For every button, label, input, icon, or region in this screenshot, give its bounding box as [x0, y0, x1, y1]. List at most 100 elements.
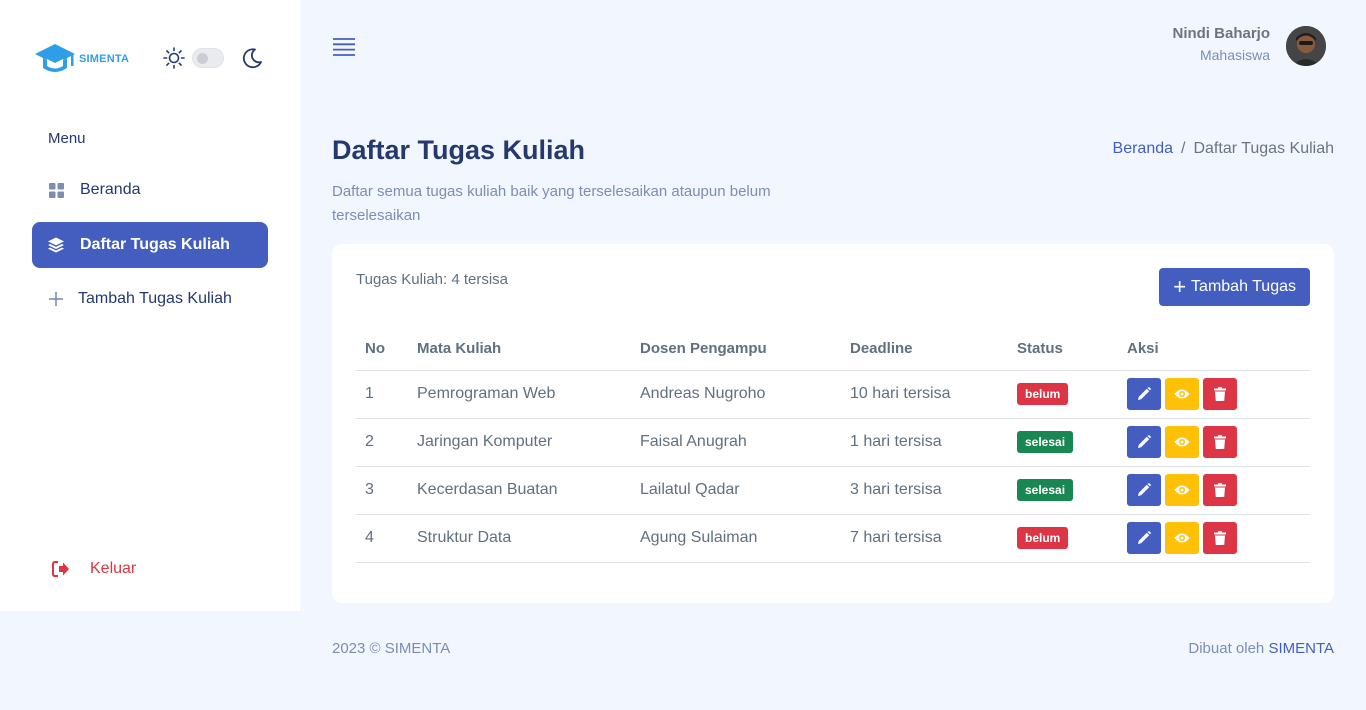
- delete-button[interactable]: [1203, 474, 1237, 506]
- task-table: No Mata Kuliah Dosen Pengampu Deadline S…: [356, 328, 1310, 563]
- cell-lecturer: Agung Sulaiman: [631, 514, 841, 563]
- cell-no: 1: [356, 370, 408, 419]
- pencil-icon: [1137, 531, 1151, 545]
- view-button[interactable]: [1165, 378, 1199, 410]
- user-info: Nindi Baharjo Mahasiswa: [1172, 25, 1270, 67]
- avatar-image: [1286, 26, 1326, 66]
- pencil-icon: [1137, 387, 1151, 401]
- status-badge: belum: [1017, 527, 1069, 549]
- view-button[interactable]: [1165, 426, 1199, 458]
- cell-deadline: 1 hari tersisa: [841, 418, 1008, 467]
- stack-icon: [48, 237, 64, 253]
- cell-no: 2: [356, 418, 408, 467]
- sidebar: SIMENTA Menu Beranda Daftar Tugas Kuliah…: [0, 0, 300, 611]
- breadcrumb-separator: /: [1181, 140, 1186, 157]
- cell-actions: [1118, 514, 1310, 563]
- sidebar-item-tambah-tugas[interactable]: Tambah Tugas Kuliah: [32, 276, 268, 322]
- add-task-button-label: Tambah Tugas: [1191, 278, 1296, 295]
- grid-icon: [48, 182, 64, 198]
- hamburger-menu-button[interactable]: [333, 37, 355, 57]
- trash-icon: [1214, 435, 1226, 449]
- add-task-button[interactable]: + Tambah Tugas: [1159, 268, 1310, 306]
- eye-icon: [1174, 532, 1190, 544]
- cell-actions: [1118, 418, 1310, 467]
- delete-button[interactable]: [1203, 426, 1237, 458]
- status-badge: selesai: [1017, 431, 1074, 453]
- pencil-icon: [1137, 435, 1151, 449]
- logout-link[interactable]: Keluar: [52, 560, 136, 578]
- cell-status: selesai: [1008, 418, 1118, 467]
- cell-course: Pemrograman Web: [408, 370, 631, 419]
- table-row: 3 Kecerdasan Buatan Lailatul Qadar 3 hari t…: [356, 466, 1310, 515]
- view-button[interactable]: [1165, 522, 1199, 554]
- cell-no: 3: [356, 466, 408, 515]
- plus-icon: +: [1173, 274, 1187, 299]
- eye-icon: [1174, 388, 1190, 400]
- theme-toggle: [163, 47, 263, 69]
- avatar[interactable]: [1286, 26, 1326, 66]
- edit-button[interactable]: [1127, 378, 1161, 410]
- pencil-icon: [1137, 483, 1151, 497]
- cell-lecturer: Andreas Nugroho: [631, 370, 841, 419]
- table-row: 1 Pemrograman Web Andreas Nugroho 10 hari t…: [356, 370, 1310, 419]
- graduation-cap-icon: [35, 44, 75, 72]
- trash-icon: [1214, 531, 1226, 545]
- cell-deadline: 10 hari tersisa: [841, 370, 1008, 419]
- cell-actions: [1118, 370, 1310, 419]
- table-row: 2 Jaringan Komputer Faisal Anugrah 1 hari t…: [356, 418, 1310, 467]
- switch-knob: [197, 52, 208, 64]
- breadcrumb: Beranda / Daftar Tugas Kuliah: [1113, 140, 1334, 158]
- cell-lecturer: Lailatul Qadar: [631, 466, 841, 515]
- edit-button[interactable]: [1127, 426, 1161, 458]
- sidebar-item-daftar-tugas[interactable]: Daftar Tugas Kuliah: [32, 222, 268, 268]
- column-header-no: No: [356, 328, 408, 371]
- eye-icon: [1174, 484, 1190, 496]
- cell-course: Kecerdasan Buatan: [408, 466, 631, 515]
- breadcrumb-current: Daftar Tugas Kuliah: [1193, 140, 1334, 157]
- footer-brand-link[interactable]: SIMENTA: [1268, 640, 1334, 657]
- edit-button[interactable]: [1127, 522, 1161, 554]
- logout-icon: [52, 561, 70, 577]
- breadcrumb-home-link[interactable]: Beranda: [1113, 140, 1174, 158]
- column-header-actions: Aksi: [1118, 328, 1310, 371]
- dark-mode-switch[interactable]: [192, 48, 224, 68]
- menu-title: Menu: [48, 130, 86, 147]
- column-header-course: Mata Kuliah: [408, 328, 631, 371]
- task-card: Tugas Kuliah: 4 tersisa + Tambah Tugas N…: [332, 244, 1334, 603]
- logo[interactable]: SIMENTA: [34, 42, 129, 76]
- sun-icon: [163, 47, 185, 69]
- cell-status: selesai: [1008, 466, 1118, 515]
- task-count-label: Tugas Kuliah: 4 tersisa: [356, 271, 509, 288]
- column-header-lecturer: Dosen Pengampu: [631, 328, 841, 371]
- delete-button[interactable]: [1203, 378, 1237, 410]
- cell-no: 4: [356, 514, 408, 563]
- cell-deadline: 3 hari tersisa: [841, 466, 1008, 515]
- sidebar-item-label: Daftar Tugas Kuliah: [80, 236, 230, 253]
- hamburger-icon: [333, 38, 355, 56]
- sidebar-item-label: Beranda: [80, 181, 141, 198]
- task-table-body: 1 Pemrograman Web Andreas Nugroho 10 hari t…: [356, 370, 1310, 563]
- footer-credit-prefix: Dibuat oleh: [1188, 640, 1265, 657]
- sidebar-item-label: Tambah Tugas Kuliah: [78, 290, 232, 307]
- cell-actions: [1118, 466, 1310, 515]
- sidebar-item-beranda[interactable]: Beranda: [32, 167, 268, 213]
- status-badge: belum: [1017, 383, 1069, 405]
- delete-button[interactable]: [1203, 522, 1237, 554]
- user-role: Mahasiswa: [1199, 47, 1270, 63]
- eye-icon: [1174, 436, 1190, 448]
- column-header-status: Status: [1008, 328, 1118, 371]
- edit-button[interactable]: [1127, 474, 1161, 506]
- footer-copyright: 2023 © SIMENTA: [332, 640, 451, 657]
- cell-lecturer: Faisal Anugrah: [631, 418, 841, 467]
- plus-icon: [48, 291, 64, 307]
- footer-credit: Dibuat oleh SIMENTA: [1188, 640, 1334, 657]
- view-button[interactable]: [1165, 474, 1199, 506]
- user-menu[interactable]: Nindi Baharjo Mahasiswa: [1172, 25, 1326, 67]
- page-title: Daftar Tugas Kuliah: [332, 135, 586, 165]
- cell-course: Struktur Data: [408, 514, 631, 563]
- logo-text: SIMENTA: [79, 53, 130, 65]
- cell-status: belum: [1008, 370, 1118, 419]
- trash-icon: [1214, 387, 1226, 401]
- table-header-row: No Mata Kuliah Dosen Pengampu Deadline S…: [356, 328, 1310, 371]
- cell-course: Jaringan Komputer: [408, 418, 631, 467]
